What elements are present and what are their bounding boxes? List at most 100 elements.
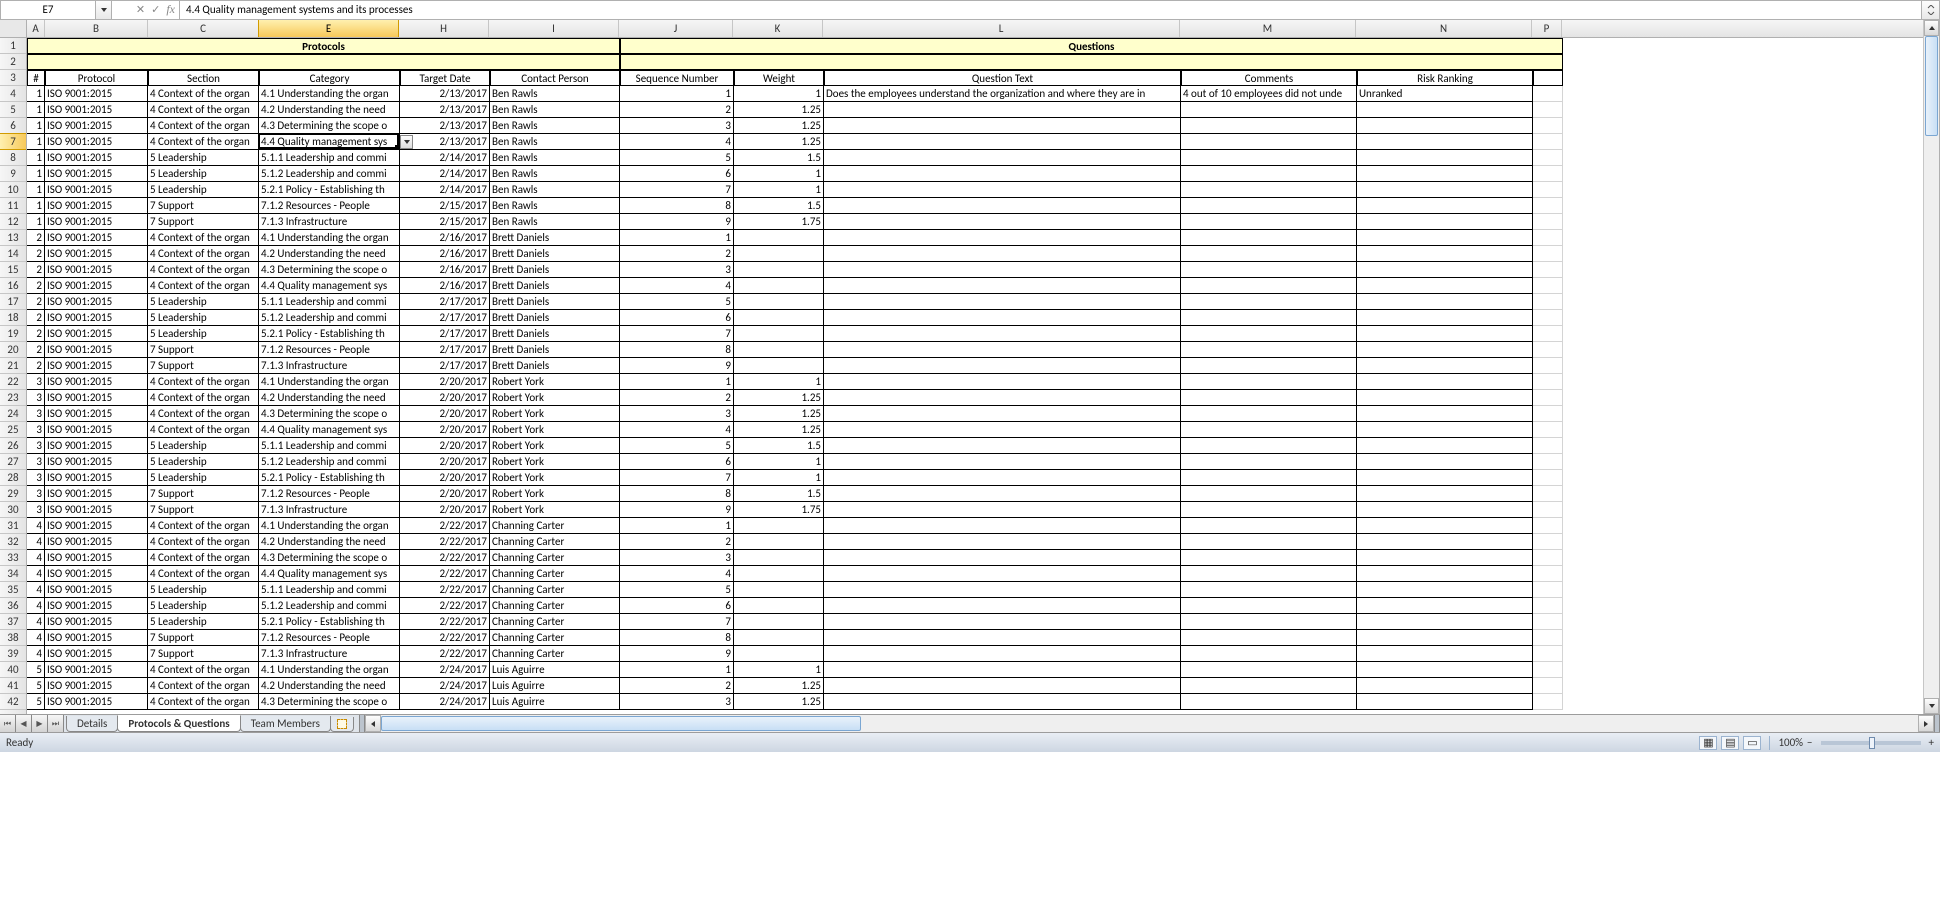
cell[interactable]: 3 xyxy=(27,406,45,422)
cell[interactable]: 7.1.3 Infrastructure xyxy=(259,214,400,230)
cell[interactable]: ISO 9001:2015 xyxy=(45,678,148,694)
cell[interactable]: 5.1.2 Leadership and commi xyxy=(259,166,400,182)
cell[interactable]: 1 xyxy=(620,518,734,534)
cell[interactable]: 9 xyxy=(620,502,734,518)
cell[interactable] xyxy=(824,534,1181,550)
table-header-protocol[interactable]: Protocol xyxy=(45,70,148,86)
cell[interactable]: 2/22/2017 xyxy=(400,630,490,646)
row-header-23[interactable]: 23 xyxy=(0,390,26,406)
cell[interactable]: Channing Carter xyxy=(490,630,620,646)
scroll-track[interactable] xyxy=(381,715,1918,732)
cell[interactable]: ISO 9001:2015 xyxy=(45,614,148,630)
row-header-15[interactable]: 15 xyxy=(0,262,26,278)
cell[interactable]: ISO 9001:2015 xyxy=(45,326,148,342)
cell[interactable]: Robert York xyxy=(490,390,620,406)
cell[interactable]: 5 Leadership xyxy=(148,310,259,326)
cell[interactable]: 5 Leadership xyxy=(148,582,259,598)
cell[interactable]: Channing Carter xyxy=(490,614,620,630)
cell[interactable]: Brett Daniels xyxy=(490,278,620,294)
cell[interactable] xyxy=(824,646,1181,662)
cell[interactable]: 5 Leadership xyxy=(148,150,259,166)
cell[interactable]: Robert York xyxy=(490,438,620,454)
cell[interactable]: 4 Context of the organ xyxy=(148,518,259,534)
cell[interactable]: 5.2.1 Policy - Establishing th xyxy=(259,326,400,342)
cell[interactable] xyxy=(824,422,1181,438)
row-header-29[interactable]: 29 xyxy=(0,486,26,502)
cell[interactable]: 9 xyxy=(620,358,734,374)
cell[interactable] xyxy=(1357,246,1533,262)
cell[interactable] xyxy=(1357,566,1533,582)
cell[interactable]: 2/17/2017 xyxy=(400,342,490,358)
cell[interactable] xyxy=(734,326,824,342)
cell[interactable]: 3 xyxy=(620,550,734,566)
cell[interactable]: 7 xyxy=(620,614,734,630)
cell[interactable]: Robert York xyxy=(490,374,620,390)
cell[interactable] xyxy=(1533,454,1563,470)
cell[interactable] xyxy=(1181,294,1357,310)
cell[interactable]: 5.1.2 Leadership and commi xyxy=(259,598,400,614)
cell[interactable]: Channing Carter xyxy=(490,550,620,566)
cell[interactable]: 4.2 Understanding the need xyxy=(259,246,400,262)
row-header-2[interactable]: 2 xyxy=(0,54,26,70)
cell[interactable]: ISO 9001:2015 xyxy=(45,566,148,582)
cell[interactable] xyxy=(1533,166,1563,182)
cell[interactable] xyxy=(1357,534,1533,550)
row-header-32[interactable]: 32 xyxy=(0,534,26,550)
cell[interactable]: Channing Carter xyxy=(490,598,620,614)
cell[interactable]: 7 xyxy=(620,182,734,198)
cell[interactable]: Ben Rawls xyxy=(490,198,620,214)
cell[interactable] xyxy=(824,614,1181,630)
cell[interactable]: 1 xyxy=(27,134,45,150)
cell[interactable] xyxy=(1357,630,1533,646)
cell[interactable] xyxy=(1181,326,1357,342)
row-header-7[interactable]: 7 xyxy=(0,133,26,150)
cell[interactable]: 1 xyxy=(734,182,824,198)
cell[interactable]: 5 Leadership xyxy=(148,470,259,486)
cell[interactable]: Robert York xyxy=(490,422,620,438)
cell[interactable]: 4 Context of the organ xyxy=(148,262,259,278)
cell[interactable]: 6 xyxy=(620,166,734,182)
col-header-B[interactable]: B xyxy=(45,20,148,37)
cell[interactable]: 4 Context of the organ xyxy=(148,678,259,694)
cell[interactable]: 2 xyxy=(27,246,45,262)
cell[interactable] xyxy=(824,134,1181,150)
cell[interactable] xyxy=(1357,486,1533,502)
cell[interactable] xyxy=(824,390,1181,406)
cell[interactable]: 4 Context of the organ xyxy=(148,374,259,390)
cell[interactable]: 1.75 xyxy=(734,214,824,230)
row-header-13[interactable]: 13 xyxy=(0,230,26,246)
row-header-25[interactable]: 25 xyxy=(0,422,26,438)
cell[interactable]: 4 Context of the organ xyxy=(148,390,259,406)
cell[interactable]: 2/16/2017 xyxy=(400,262,490,278)
cell[interactable]: 5 xyxy=(27,694,45,710)
col-header-H[interactable]: H xyxy=(399,20,489,37)
cell[interactable]: 1 xyxy=(27,86,45,102)
cell[interactable]: 4.2 Understanding the need xyxy=(259,534,400,550)
col-header-I[interactable]: I xyxy=(489,20,619,37)
cell[interactable] xyxy=(1533,278,1563,294)
cell[interactable] xyxy=(1357,406,1533,422)
vertical-scrollbar[interactable] xyxy=(1923,20,1939,714)
col-header-E[interactable]: E xyxy=(258,20,399,37)
cell[interactable]: 4.3 Determining the scope o xyxy=(259,118,400,134)
cell[interactable] xyxy=(1357,470,1533,486)
select-all-corner[interactable] xyxy=(0,20,27,38)
cell[interactable] xyxy=(1357,262,1533,278)
view-layout-button[interactable]: ▤ xyxy=(1721,736,1739,750)
cell[interactable]: 2 xyxy=(620,102,734,118)
cell[interactable]: ISO 9001:2015 xyxy=(45,486,148,502)
cell[interactable]: 4 Context of the organ xyxy=(148,86,259,102)
cell[interactable]: 2/13/2017 xyxy=(400,86,490,102)
cell[interactable]: 2/24/2017 xyxy=(400,694,490,710)
col-header-A[interactable]: A xyxy=(27,20,45,37)
cell[interactable]: 2/17/2017 xyxy=(400,326,490,342)
cell[interactable] xyxy=(824,246,1181,262)
cell[interactable]: 5.1.1 Leadership and commi xyxy=(259,438,400,454)
cell[interactable] xyxy=(1357,198,1533,214)
cell[interactable]: 4 xyxy=(27,598,45,614)
cell[interactable]: Ben Rawls xyxy=(490,166,620,182)
cell[interactable] xyxy=(1357,454,1533,470)
cell[interactable]: ISO 9001:2015 xyxy=(45,438,148,454)
cell[interactable] xyxy=(824,166,1181,182)
cell[interactable] xyxy=(734,646,824,662)
